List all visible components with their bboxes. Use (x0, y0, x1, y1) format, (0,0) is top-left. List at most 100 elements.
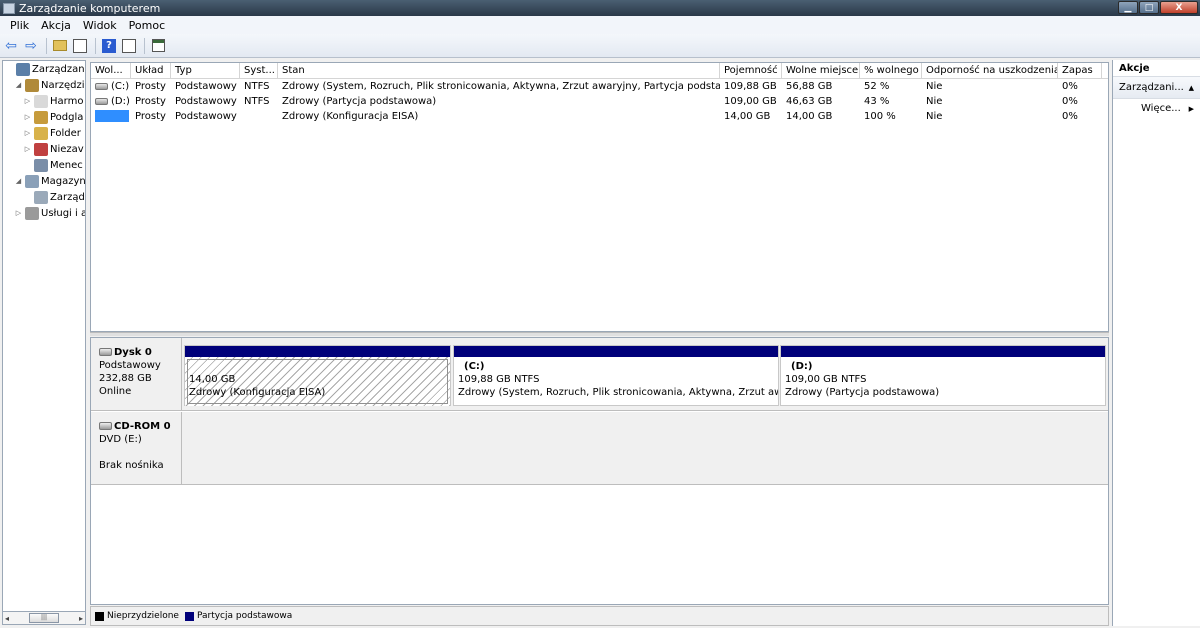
volume-list-header: Wol... Układ Typ Syst... Stan Pojemność Wolne … (91, 63, 1108, 79)
table-cell: (C:) (91, 79, 131, 94)
collapse-arrow-icon[interactable]: ◢ (14, 177, 23, 185)
more-actions-item[interactable]: Więce... ▶ (1113, 99, 1200, 119)
expand-arrow-icon[interactable]: ▷ (14, 209, 23, 217)
tree-item[interactable]: Menec (3, 157, 85, 173)
column-header[interactable]: Syst... (240, 63, 278, 78)
minimize-button[interactable]: ▁ (1118, 1, 1138, 14)
window-title: Zarządzanie komputerem (19, 1, 161, 15)
scroll-thumb[interactable]: ||| (29, 613, 59, 623)
column-header[interactable]: Stan (278, 63, 720, 78)
partition-bar (454, 346, 778, 357)
volume-drive-icon (95, 97, 108, 105)
maximize-button[interactable]: □ (1139, 1, 1159, 14)
column-header[interactable]: Wolne miejsce (782, 63, 860, 78)
navigation-tree: Zarządzanie k ◢ Narzędzia ▷ Harmo ▷ Podgla ▷ Fol… (2, 60, 86, 612)
disk-status: Brak nośnika (99, 460, 164, 471)
menu-pomoc[interactable]: Pomoc (123, 19, 171, 32)
partition-bar (185, 346, 450, 357)
tree-item[interactable]: ▷ Podgla (3, 109, 85, 125)
pane-splitter[interactable] (90, 332, 1109, 336)
disk-status: Online (99, 386, 132, 397)
unallocated-swatch (95, 611, 104, 621)
selected-volume-highlight (95, 110, 129, 122)
tree-item[interactable]: Zarząd (3, 189, 85, 205)
forward-arrow-icon[interactable]: ⇨ (22, 37, 40, 55)
services-icon (25, 206, 39, 220)
table-cell: NTFS (244, 96, 270, 107)
properties-icon[interactable] (149, 37, 167, 55)
expand-arrow-icon[interactable]: ▷ (23, 97, 32, 105)
partition-label: (D:) (791, 361, 813, 372)
table-cell: 43 % (864, 96, 890, 107)
table-cell: Zdrowy (System, Rozruch, Plik stronicowa… (282, 81, 720, 92)
actions-pane: Akcje Zarządzani... ▲ Więce... ▶ (1112, 60, 1200, 626)
menu-plik[interactable]: Plik (4, 19, 35, 32)
table-cell: 46,63 GB (786, 96, 833, 107)
help-icon[interactable]: ? (100, 37, 118, 55)
hard-disk-icon (99, 348, 112, 356)
tree-item[interactable]: Zarządzanie k (3, 61, 85, 77)
partition-size: 109,88 GB NTFS (458, 374, 540, 385)
partition-status: Zdrowy (System, Rozruch, Plik stronicowa… (458, 387, 778, 398)
partition-d[interactable]: (D:) 109,00 GB NTFS Zdrowy (Partycja pod… (780, 345, 1106, 406)
scroll-right-icon[interactable]: ▸ (79, 614, 83, 623)
disk-name: CD-ROM 0 (114, 421, 171, 432)
column-header[interactable]: Wol... (91, 63, 131, 78)
menu-widok[interactable]: Widok (77, 19, 123, 32)
tree-item[interactable]: ◢ Magazyn (3, 173, 85, 189)
table-cell: Podstawowy (175, 81, 237, 92)
column-header[interactable]: Zapas (1058, 63, 1102, 78)
column-header[interactable]: Pojemność (720, 63, 782, 78)
scroll-left-icon[interactable]: ◂ (5, 614, 9, 623)
tree-item[interactable]: ▷ Harmo (3, 93, 85, 109)
column-header[interactable]: Odporność na uszkodzenia (922, 63, 1058, 78)
expand-arrow-icon[interactable]: ▷ (23, 145, 32, 153)
show-hide-action-pane-icon[interactable] (120, 37, 138, 55)
actions-section-label: Zarządzani... (1119, 82, 1184, 93)
column-header[interactable]: Typ (171, 63, 240, 78)
tree-item[interactable]: ▷ Niezav (3, 141, 85, 157)
computer-management-icon (3, 2, 15, 14)
nav-horizontal-scrollbar[interactable]: ◂ ||| ▸ (2, 611, 86, 625)
disk-type: Podstawowy (99, 360, 161, 371)
tree-item[interactable]: ▷ Folder (3, 125, 85, 141)
partition-eisa[interactable]: 14,00 GB Zdrowy (Konfiguracja EISA) (184, 345, 451, 406)
tree-item[interactable]: ◢ Narzędzia (3, 77, 85, 93)
expand-arrow-icon[interactable]: ▷ (23, 113, 32, 121)
table-row[interactable]: Prosty Podstawowy Zdrowy (Konfiguracja EIS… (91, 109, 1108, 124)
show-hide-tree-icon[interactable] (71, 37, 89, 55)
toolbar-separator (144, 37, 145, 54)
tree-item-label: Harmo (50, 95, 84, 107)
table-row[interactable]: (C:) Prosty Podstawowy NTFS Zdrowy (System, … (91, 79, 1108, 94)
up-folder-icon[interactable] (51, 37, 69, 55)
collapse-arrow-icon[interactable]: ◢ (14, 81, 23, 89)
menu-akcja[interactable]: Akcja (35, 19, 77, 32)
title-bar: Zarządzanie komputerem ▁ □ X (0, 0, 1200, 16)
legend: Nieprzydzielone Partycja podstawowa (90, 606, 1109, 626)
close-button[interactable]: X (1160, 1, 1198, 14)
actions-header: Akcje (1113, 60, 1200, 77)
table-row[interactable]: (D:) Prosty Podstawowy NTFS Zdrowy (Partycja… (91, 94, 1108, 109)
disk-row-disk0[interactable]: Dysk 0 Podstawowy 232,88 GB Online 14,00… (91, 338, 1108, 411)
storage-icon (25, 174, 39, 188)
tools-icon (25, 78, 39, 92)
legend-unallocated: Nieprzydzielone (107, 611, 179, 621)
disk-row-cdrom0[interactable]: CD-ROM 0 DVD (E:) Brak nośnika (91, 412, 1108, 485)
partition-c[interactable]: (C:) 109,88 GB NTFS Zdrowy (System, Rozr… (453, 345, 779, 406)
column-header[interactable]: % wolnego (860, 63, 922, 78)
column-header[interactable]: Układ (131, 63, 171, 78)
menu-bar: Plik Akcja Widok Pomoc (0, 16, 1200, 34)
table-cell: 109,88 GB (724, 81, 777, 92)
expand-arrow-icon[interactable]: ▷ (23, 129, 32, 137)
legend-primary-partition: Partycja podstawowa (196, 611, 293, 621)
actions-section-disk-management[interactable]: Zarządzani... ▲ (1113, 77, 1200, 99)
tree-item-label: Podgla (50, 111, 84, 123)
disk-label[interactable]: Dysk 0 Podstawowy 232,88 GB Online (91, 338, 182, 410)
tree-item-label: Usługi i ap (41, 207, 85, 219)
disk-label[interactable]: CD-ROM 0 DVD (E:) Brak nośnika (91, 412, 182, 484)
collapse-arrow-icon[interactable]: ▲ (1189, 77, 1194, 98)
back-arrow-icon[interactable]: ⇦ (2, 37, 20, 55)
partition-size: 109,00 GB NTFS (785, 374, 867, 385)
table-cell: Prosty (135, 111, 166, 122)
tree-item[interactable]: ▷ Usługi i ap (3, 205, 85, 221)
